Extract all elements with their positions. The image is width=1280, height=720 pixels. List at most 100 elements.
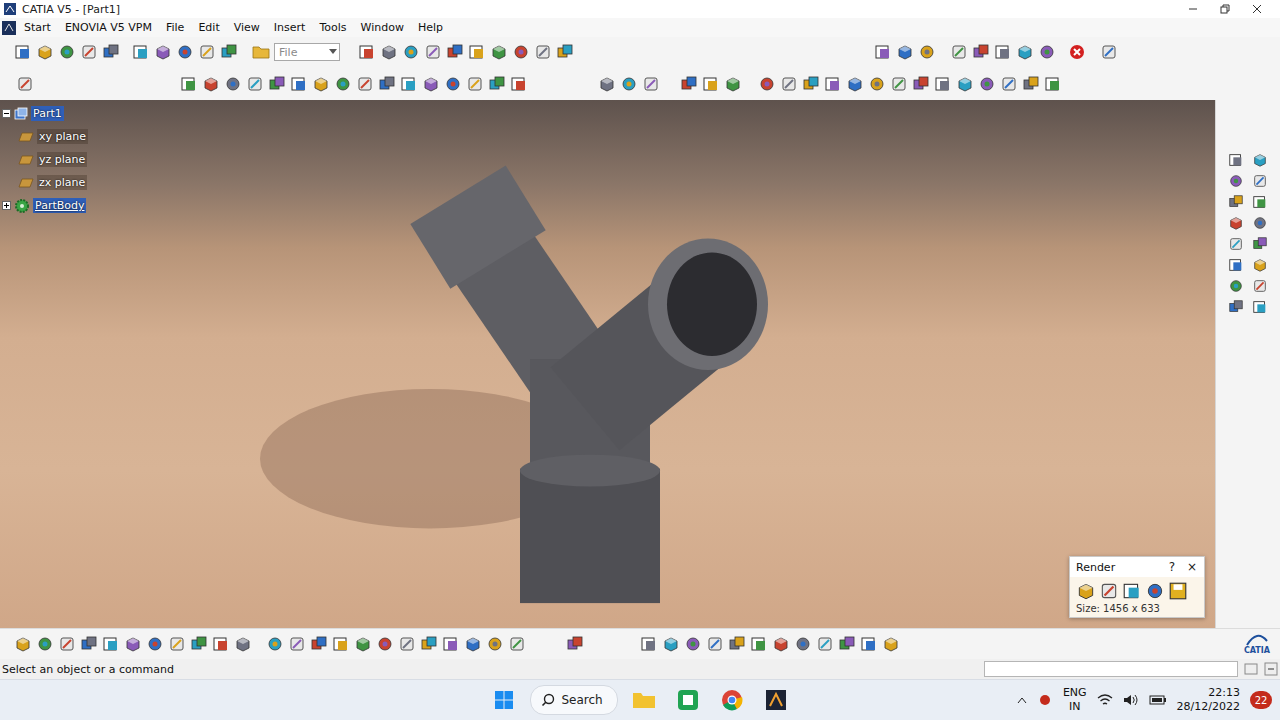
command-icon[interactable]	[750, 635, 768, 653]
command-icon[interactable]	[58, 43, 76, 61]
command-icon[interactable]	[772, 635, 790, 653]
catia-task-button[interactable]	[758, 683, 794, 717]
command-icon[interactable]	[684, 635, 702, 653]
command-icon[interactable]	[724, 75, 742, 93]
command-icon[interactable]	[376, 635, 394, 653]
file-select-box[interactable]: File	[274, 43, 340, 61]
taskbar-search[interactable]: Search	[530, 685, 617, 715]
command-icon[interactable]	[1252, 173, 1268, 189]
command-icon[interactable]	[124, 635, 142, 653]
command-icon[interactable]	[780, 75, 798, 93]
command-icon[interactable]	[398, 635, 416, 653]
command-icon[interactable]	[380, 43, 398, 61]
catia-menu-icon[interactable]	[2, 21, 16, 35]
command-icon[interactable]	[510, 75, 528, 93]
command-icon[interactable]	[268, 75, 286, 93]
close-icon[interactable]	[1252, 4, 1262, 14]
command-icon[interactable]	[422, 75, 440, 93]
save-icon[interactable]	[1168, 581, 1188, 601]
command-icon[interactable]	[706, 635, 724, 653]
command-icon[interactable]	[220, 43, 238, 61]
menu-item[interactable]: Start	[18, 20, 57, 35]
menu-item[interactable]: View	[228, 20, 266, 35]
wifi-icon[interactable]	[1097, 693, 1113, 707]
command-icon[interactable]	[1228, 299, 1244, 315]
command-icon[interactable]	[80, 635, 98, 653]
command-icon[interactable]	[198, 43, 216, 61]
command-icon[interactable]	[1252, 236, 1268, 252]
tree-label[interactable]: yz plane	[37, 152, 87, 167]
panel-icon[interactable]	[1244, 662, 1258, 676]
command-icon[interactable]	[1252, 152, 1268, 168]
app-button[interactable]	[670, 683, 706, 717]
command-icon[interactable]	[566, 635, 584, 653]
menu-item[interactable]: Window	[355, 20, 410, 35]
chevron-up-icon[interactable]	[1017, 696, 1027, 704]
command-icon[interactable]	[860, 635, 878, 653]
command-icon[interactable]	[640, 635, 658, 653]
command-icon[interactable]	[212, 635, 230, 653]
restore-icon[interactable]	[1220, 4, 1230, 14]
command-icon[interactable]	[912, 75, 930, 93]
command-icon[interactable]	[334, 75, 352, 93]
command-icon[interactable]	[838, 635, 856, 653]
tree-item[interactable]: yz plane	[2, 150, 88, 169]
zoom-icon[interactable]	[1264, 662, 1278, 676]
command-icon[interactable]	[190, 635, 208, 653]
command-icon[interactable]	[816, 635, 834, 653]
menu-item[interactable]: File	[160, 20, 190, 35]
command-icon[interactable]	[758, 75, 776, 93]
command-icon[interactable]	[1228, 194, 1244, 210]
command-icon[interactable]	[1228, 152, 1244, 168]
tree-item[interactable]: xy plane	[2, 127, 88, 146]
tree-label[interactable]: zx plane	[37, 175, 87, 190]
part-model[interactable]	[0, 100, 1215, 628]
command-icon[interactable]	[1228, 173, 1244, 189]
explorer-button[interactable]	[626, 683, 662, 717]
dialog-close-button[interactable]: ×	[1186, 560, 1198, 574]
command-icon[interactable]	[486, 635, 504, 653]
command-icon[interactable]	[642, 75, 660, 93]
command-icon[interactable]	[14, 635, 32, 653]
menu-item[interactable]: ENOVIA V5 VPM	[59, 20, 158, 35]
command-icon[interactable]	[246, 75, 264, 93]
tree-item[interactable]: Part1	[2, 104, 88, 123]
chrome-button[interactable]	[714, 683, 750, 717]
command-icon[interactable]	[728, 635, 746, 653]
command-icon[interactable]	[896, 43, 914, 61]
command-icon[interactable]	[508, 635, 526, 653]
command-icon[interactable]	[794, 635, 812, 653]
command-icon[interactable]	[994, 43, 1012, 61]
command-icon[interactable]	[950, 43, 968, 61]
tree-item[interactable]: zx plane	[2, 173, 88, 192]
help-button[interactable]: ?	[1166, 560, 1178, 574]
expand-icon[interactable]	[2, 201, 11, 210]
command-icon[interactable]	[102, 43, 120, 61]
command-icon[interactable]	[534, 43, 552, 61]
command-icon[interactable]	[1044, 75, 1062, 93]
command-icon[interactable]	[36, 43, 54, 61]
volume-icon[interactable]	[1123, 693, 1139, 707]
minimize-icon[interactable]	[1188, 4, 1198, 14]
command-icon[interactable]	[1252, 278, 1268, 294]
command-icon[interactable]	[824, 75, 842, 93]
menu-item[interactable]: Tools	[313, 20, 352, 35]
command-icon[interactable]	[874, 43, 892, 61]
command-icon[interactable]	[972, 43, 990, 61]
command-icon[interactable]	[802, 75, 820, 93]
command-icon[interactable]	[846, 75, 864, 93]
command-icon[interactable]	[1228, 278, 1244, 294]
command-icon[interactable]	[680, 75, 698, 93]
command-icon[interactable]	[918, 43, 936, 61]
file-select[interactable]: File	[252, 43, 340, 61]
command-icon[interactable]	[424, 43, 442, 61]
stop-icon[interactable]	[1068, 43, 1086, 61]
clock[interactable]: 22:1328/12/2022	[1177, 686, 1240, 714]
command-icon[interactable]	[354, 635, 372, 653]
command-icon[interactable]	[512, 43, 530, 61]
command-icon[interactable]	[1228, 257, 1244, 273]
command-icon[interactable]	[402, 43, 420, 61]
command-icon[interactable]	[58, 635, 76, 653]
menu-item[interactable]: Edit	[192, 20, 225, 35]
command-icon[interactable]	[882, 635, 900, 653]
